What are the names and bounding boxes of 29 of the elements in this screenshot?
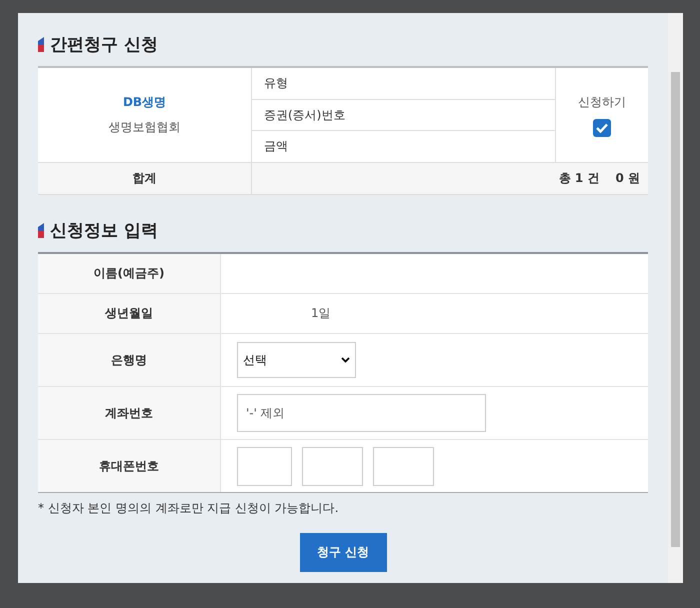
total-amount: 0 원	[615, 170, 640, 187]
section-title: 간편청구 신청	[50, 34, 158, 56]
total-count: 총 1 건	[558, 170, 600, 187]
apply-checkbox[interactable]	[593, 118, 611, 136]
account-number-field[interactable]: '-' 제외	[237, 394, 486, 432]
company-name: DB생명	[122, 94, 166, 111]
phone-number-field[interactable]	[237, 446, 292, 486]
caret-icon	[341, 357, 350, 363]
row-label: 휴대폰번호	[99, 458, 159, 474]
field-label: 증권(증서)번호	[264, 106, 346, 124]
section-title: 신청정보 입력	[50, 220, 158, 242]
phone-number-field[interactable]	[373, 446, 434, 486]
row-label: 생년월일	[105, 305, 153, 322]
association-name: 생명보험협회	[108, 119, 180, 136]
section-marker-icon	[38, 223, 44, 238]
row-label: 계좌번호	[105, 404, 153, 422]
total-label: 합계	[132, 170, 156, 187]
field-label: 금액	[264, 138, 288, 156]
apply-label: 신청하기	[578, 94, 626, 110]
submit-button[interactable]: 청구 신청	[300, 533, 386, 572]
section-marker-icon	[38, 37, 44, 52]
row-label: 은행명	[111, 352, 147, 368]
scrollbar[interactable]	[668, 13, 683, 583]
bank-select[interactable]: 선택	[237, 342, 356, 378]
field-label: 유형	[264, 74, 288, 92]
notice-text: * 신청자 본인 명의의 계좌로만 지급 신청이 가능합니다.	[38, 500, 340, 517]
field-value: 1일	[310, 305, 331, 322]
row-label: 이름(예금주)	[94, 265, 164, 282]
phone-number-field[interactable]	[302, 446, 363, 486]
